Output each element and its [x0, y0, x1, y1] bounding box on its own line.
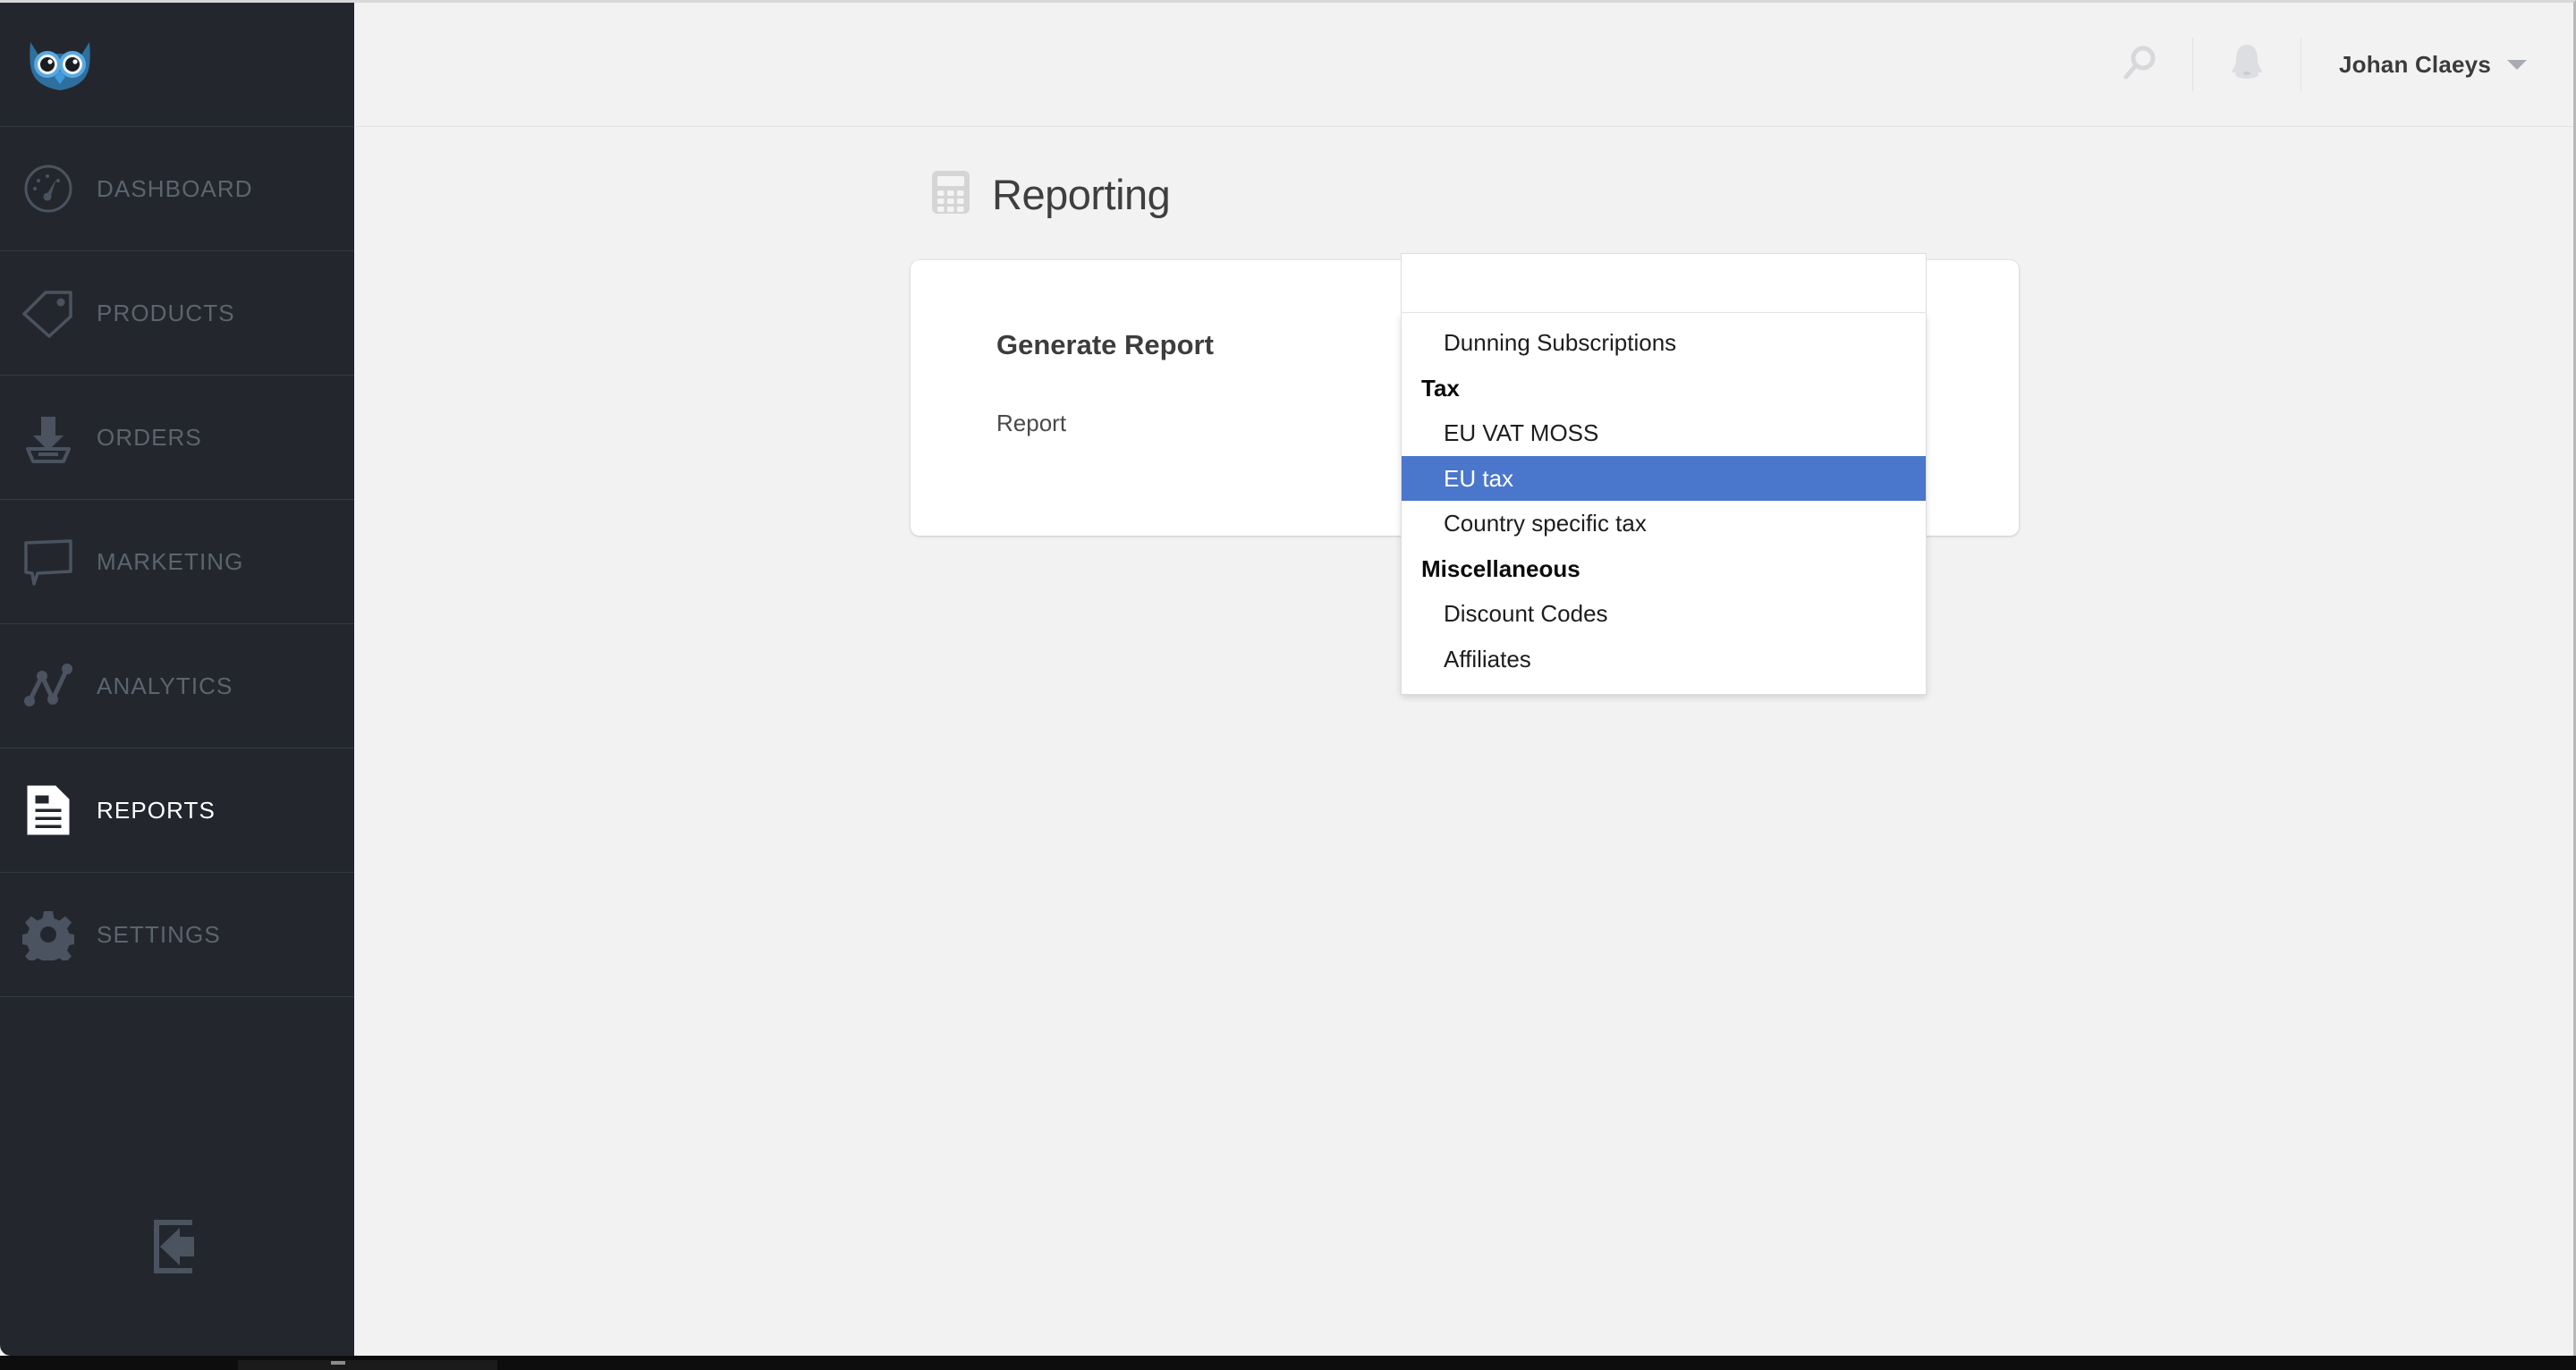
document-lines-icon	[0, 783, 97, 837]
sidebar-item-settings[interactable]: SETTINGS	[0, 873, 354, 997]
sidebar-item-label: MARKETING	[97, 547, 244, 575]
option-eu-vat-moss[interactable]: EU VAT MOSS	[1402, 410, 1926, 456]
sidebar-item-label: ORDERS	[97, 423, 202, 451]
page-header: Reporting	[931, 170, 1171, 219]
speech-bubble-icon	[0, 536, 97, 588]
sidebar-item-label: SETTINGS	[97, 920, 221, 948]
main-content: Reporting Generate Report Report Dunning…	[354, 128, 2573, 1356]
sidebar-item-label: PRODUCTS	[97, 299, 235, 326]
sidebar-item-marketing[interactable]: MARKETING	[0, 500, 354, 624]
sidebar-item-analytics[interactable]: ANALYTICS	[0, 624, 354, 748]
user-name-label: Johan Claeys	[2338, 50, 2491, 78]
report-field-label: Report	[996, 410, 1067, 436]
top-header-bar: Johan Claeys	[354, 3, 2573, 127]
sidebar-navigation: DASHBOARD PRODUCTS ORDERS MARKETING ANAL…	[0, 3, 354, 1356]
taskbar-indicator	[331, 1361, 345, 1365]
option-group-tax: Tax	[1421, 374, 1460, 402]
gear-icon	[0, 909, 97, 960]
search-button[interactable]	[2087, 38, 2192, 91]
bell-icon	[2227, 42, 2267, 88]
owl-logo-icon	[30, 42, 90, 90]
report-select-options-list: Dunning Subscriptions Tax EU VAT MOSS EU…	[1401, 313, 1927, 695]
option-dunning-subscriptions[interactable]: Dunning Subscriptions	[1402, 320, 1926, 366]
search-icon	[2121, 44, 2158, 86]
gauge-icon	[0, 163, 97, 215]
taskbar-window-chip	[238, 1360, 497, 1370]
logout-arrow-icon	[148, 1219, 207, 1279]
sidebar-item-orders[interactable]: ORDERS	[0, 376, 354, 500]
option-affiliates[interactable]: Affiliates	[1402, 637, 1926, 682]
option-eu-tax[interactable]: EU tax	[1402, 455, 1926, 501]
option-group-miscellaneous: Miscellaneous	[1421, 554, 1580, 582]
sidebar-item-reports[interactable]: REPORTS	[0, 748, 354, 873]
option-country-specific-tax[interactable]: Country specific tax	[1402, 501, 1926, 546]
report-select-input[interactable]	[1401, 253, 1927, 313]
sidebar-item-label: ANALYTICS	[97, 672, 233, 699]
notifications-button[interactable]	[2193, 38, 2301, 91]
tag-icon	[0, 287, 97, 339]
application-window: DASHBOARD PRODUCTS ORDERS MARKETING ANAL…	[0, 0, 2576, 1356]
os-taskbar-strip	[0, 1356, 2576, 1370]
brand-logo[interactable]	[0, 3, 354, 127]
card-title: Generate Report	[996, 329, 1214, 360]
option-discount-codes[interactable]: Discount Codes	[1402, 591, 1926, 637]
page-title: Reporting	[992, 171, 1171, 218]
calculator-icon	[931, 170, 970, 219]
user-menu[interactable]: Johan Claeys	[2301, 51, 2573, 79]
chevron-down-icon	[2507, 59, 2527, 70]
sidebar-item-label: REPORTS	[97, 796, 216, 824]
line-chart-icon	[0, 660, 97, 712]
sidebar-item-label: DASHBOARD	[97, 174, 253, 202]
sidebar-item-dashboard[interactable]: DASHBOARD	[0, 127, 354, 251]
inbox-download-icon	[0, 411, 97, 463]
report-select: Dunning Subscriptions Tax EU VAT MOSS EU…	[1401, 253, 1927, 695]
logout-button[interactable]	[0, 1141, 354, 1356]
sidebar-item-products[interactable]: PRODUCTS	[0, 251, 354, 376]
